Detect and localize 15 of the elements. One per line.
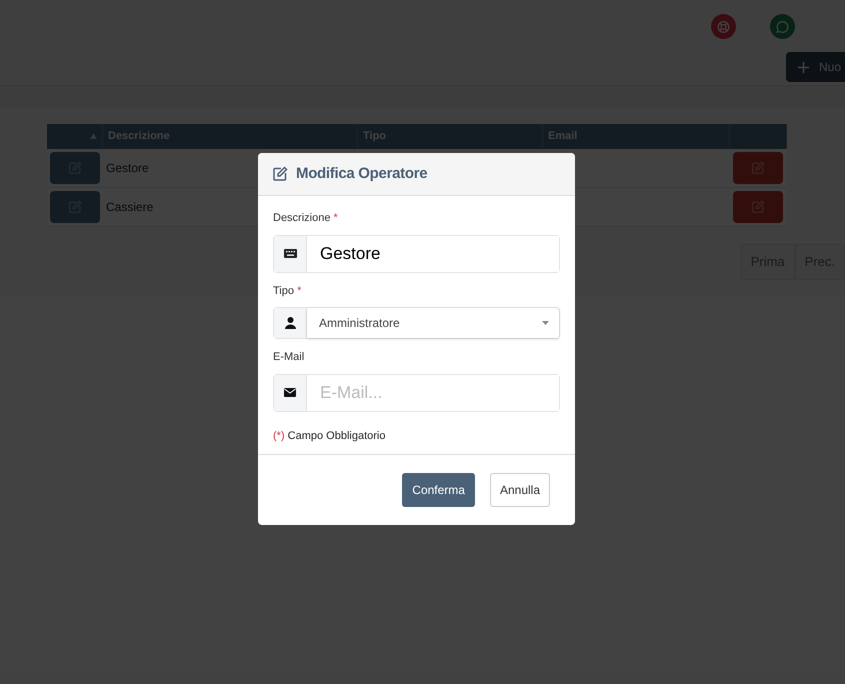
field-label: E-Mail xyxy=(273,350,306,365)
keyboard-icon xyxy=(284,249,296,258)
select-field[interactable]: Amministratore xyxy=(273,307,560,339)
input-field[interactable]: E-Mail... xyxy=(273,374,560,412)
required-note: (*) Campo Obbligatorio xyxy=(273,428,386,444)
input-field[interactable]: Gestore xyxy=(273,234,560,272)
field-label: Tipo * xyxy=(273,284,302,298)
user-icon xyxy=(284,317,296,329)
modal-title: Modifica Operatore xyxy=(296,165,428,183)
envelope-icon xyxy=(284,388,296,397)
confirm-button[interactable]: Conferma xyxy=(402,473,475,507)
field-label: Descrizione * xyxy=(273,211,339,226)
cancel-button[interactable]: Annulla xyxy=(490,473,550,507)
caret-icon xyxy=(542,321,549,325)
edit-icon xyxy=(272,166,288,182)
